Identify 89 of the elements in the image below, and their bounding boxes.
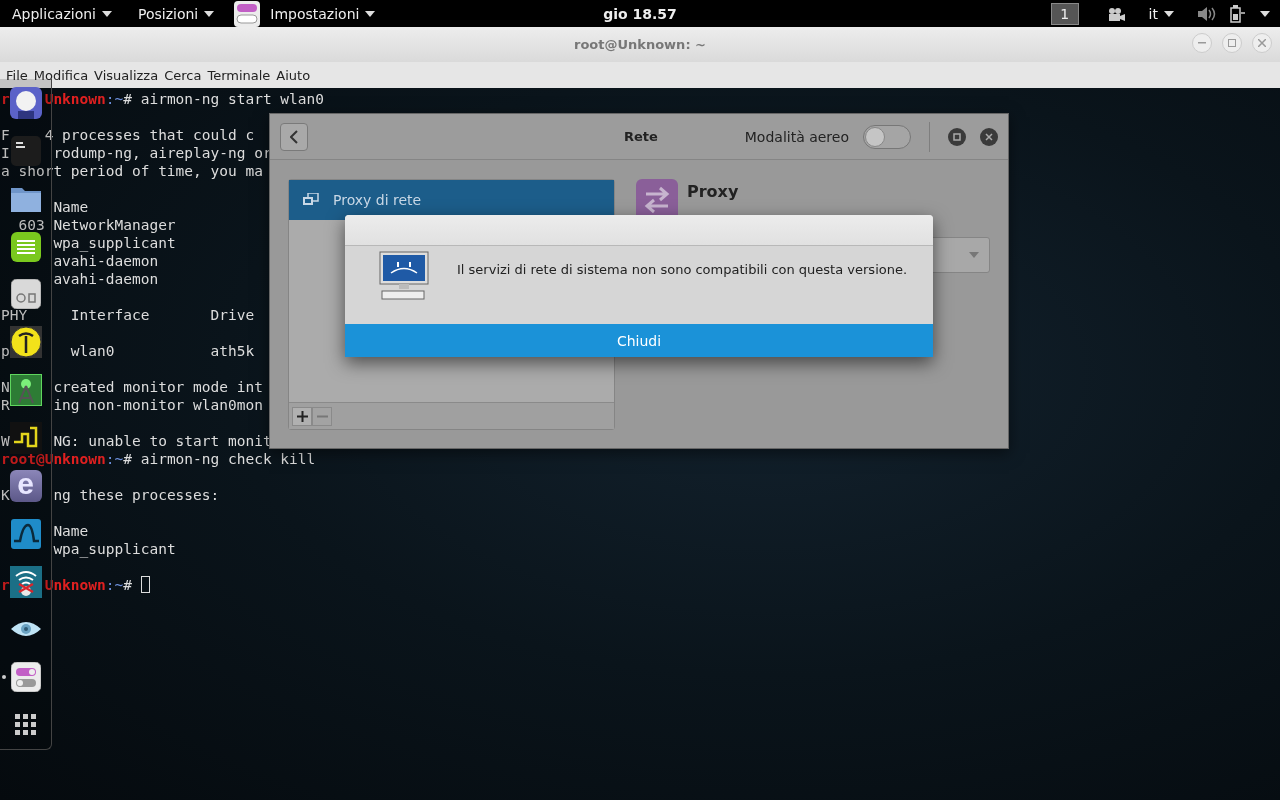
camera-icon[interactable] [1106, 6, 1125, 21]
terminal-text: created monitor mode int [53, 379, 263, 395]
antenna-icon[interactable] [9, 326, 42, 359]
terminal-text: p [1, 343, 10, 359]
app-menu[interactable]: Impostazioni [260, 0, 386, 27]
fin-icon[interactable] [10, 518, 41, 549]
prompt-user: Unknown [44, 577, 106, 593]
terminal-text: Name [53, 523, 89, 539]
panel-title: Proxy [687, 182, 739, 201]
prompt-path: :~ [105, 577, 124, 593]
airplane-mode-label: Modalità aereo [744, 128, 849, 145]
menu-item[interactable]: Aiuto [276, 67, 316, 83]
terminal-text: avahi-daemon [53, 271, 159, 287]
places-menu[interactable]: Posizioni [124, 0, 229, 27]
back-button[interactable] [280, 122, 308, 151]
close-button[interactable] [980, 127, 998, 146]
caret-icon [102, 10, 112, 17]
terminal-text: avahi-daemon [53, 253, 159, 269]
window-title: root@Unknown: ~ [574, 37, 706, 52]
terminal-text: W [1, 433, 10, 449]
add-button[interactable] [292, 406, 312, 426]
prompt-user: r [1, 577, 10, 593]
chevron-left-icon [290, 129, 298, 144]
menu-item[interactable]: Modifica [33, 67, 94, 83]
menu-item[interactable]: Visualizza [94, 67, 164, 83]
restore-button[interactable] [948, 127, 966, 146]
caret-icon [365, 10, 376, 17]
terminal-text: # airmon-ng start wlan0 [123, 91, 325, 107]
terminal-text: K [1, 487, 10, 503]
caret-icon [1164, 10, 1174, 17]
terminal-text: 603 NetworkManager [18, 217, 176, 233]
caret-icon [969, 252, 979, 258]
error-message: Il servizi di rete di sistema non sono compatibili con questa versione. [457, 262, 908, 277]
workspace-indicator[interactable]: 1 [1050, 2, 1079, 25]
prompt-path: :~ [105, 451, 124, 467]
prompt-user: Unknown [44, 91, 106, 107]
device-item[interactable]: Proxy di rete [289, 180, 614, 220]
terminal-text: a short period of time, you ma [1, 163, 263, 179]
language-menu[interactable]: it [1138, 0, 1184, 27]
terminal-text: wpa_supplicant [53, 541, 176, 557]
head-icon[interactable] [9, 86, 42, 119]
tower-icon[interactable] [9, 374, 42, 407]
network-icon [303, 193, 319, 207]
terminal-text: F [1, 127, 10, 143]
text-cursor [140, 576, 150, 593]
menu-item[interactable]: Cerca [164, 67, 207, 83]
folder-icon[interactable] [10, 185, 41, 212]
terminal-text: # airmon-ng check kill [123, 451, 316, 467]
prompt-user: root@Unknown [1, 451, 106, 467]
terminal-text: wlan0 ath5k [70, 343, 255, 359]
menu-item[interactable]: File [6, 67, 33, 83]
restore-icon [953, 132, 961, 141]
applications-menu[interactable]: Applicazioni [0, 0, 124, 27]
terminal-text: wpa_supplicant [53, 235, 176, 251]
minimize-icon [1198, 42, 1206, 44]
terminal-text: PHY Interface Drive [1, 307, 255, 323]
app-grid-icon[interactable] [14, 714, 37, 737]
maximize-icon [1228, 39, 1236, 47]
airplane-mode-switch[interactable] [863, 124, 911, 149]
prompt-path: :~ [105, 91, 124, 107]
close-icon [1258, 39, 1266, 47]
clock[interactable]: gio 18.57 [603, 5, 677, 22]
terminal-text: ing non-monitor wlan0mon [53, 397, 263, 413]
terminal-text: # [123, 577, 133, 593]
terminal-icon[interactable] [10, 135, 41, 166]
close-icon [985, 132, 993, 141]
prompt-user: r [1, 91, 10, 107]
terminal-text: NG: unable to start monit [53, 433, 272, 449]
computer-icon [379, 251, 429, 301]
terminal-text: R [1, 397, 10, 413]
caret-icon [204, 10, 215, 17]
terminal-text: Name [53, 199, 89, 215]
terminal-text: N [1, 379, 10, 395]
menu-item[interactable]: Terminale [207, 67, 276, 83]
squiggle-icon[interactable] [9, 421, 42, 454]
radio-icon[interactable] [10, 279, 41, 310]
volume-icon[interactable] [1198, 6, 1216, 21]
notes-icon[interactable] [10, 231, 41, 262]
settings-icon [234, 0, 261, 27]
wifi-icon[interactable] [9, 565, 42, 598]
terminal-text: ng these processes: [53, 487, 220, 503]
terminal-text: I [1, 145, 10, 161]
caret-icon [1260, 10, 1270, 17]
eye-icon[interactable] [9, 621, 42, 638]
settings-icon[interactable] [10, 662, 41, 693]
app-icon[interactable]: e [9, 469, 42, 502]
plus-icon [296, 410, 308, 422]
battery-icon[interactable] [1230, 4, 1246, 23]
window-title: Rete [624, 129, 658, 144]
